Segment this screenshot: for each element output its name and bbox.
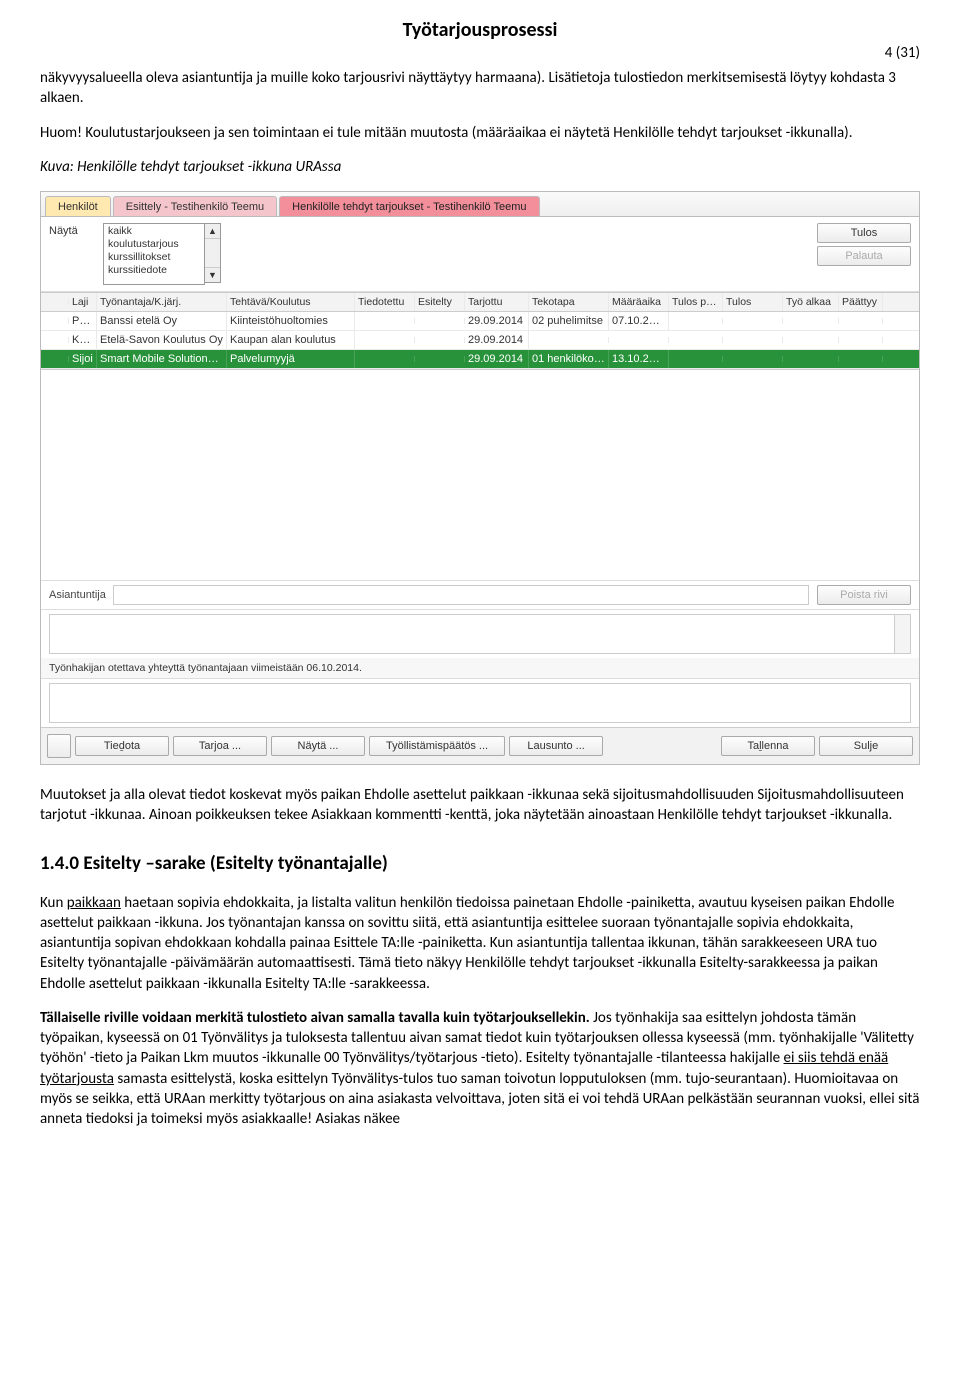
lausunto-button[interactable]: Lausunto ... [509, 736, 603, 756]
filter-option[interactable]: kaikk [104, 225, 204, 238]
link-paikkaan[interactable]: paikkaan [67, 894, 121, 912]
col-tiedotettu: Tiedotettu [355, 293, 415, 311]
col-esitelty: Esitelty [415, 293, 465, 311]
lower-textarea[interactable] [49, 683, 911, 723]
sulje-button[interactable]: Sulje [819, 736, 913, 756]
status-text: Työnhakijan otettava yhteyttä työnantaja… [41, 658, 919, 679]
table-row[interactable]: Kurs Etelä-Savon Koulutus Oy Kaupan alan… [41, 331, 919, 350]
asiantuntija-label: Asiantuntija [49, 589, 113, 601]
poista-rivi-button[interactable]: Poista rivi [817, 585, 911, 605]
col-laji: Laji [69, 293, 97, 311]
col-tulos-pvm: Tulos pvm [669, 293, 723, 311]
section-heading: 1.4.0 Esitelty –sarake (Esitelty työnant… [40, 852, 920, 875]
paragraph-intro-1: näkyvyysalueella oleva asiantuntija ja m… [40, 68, 920, 109]
tulos-button[interactable]: Tulos [817, 223, 911, 243]
offers-table: Laji Työnantaja/K.järj. Tehtävä/Koulutus… [41, 292, 919, 370]
page-title: Työtarjousprosessi [40, 18, 920, 42]
paragraph-intro-2: Huom! Koulutustarjoukseen ja sen toimint… [40, 123, 920, 143]
filter-option[interactable]: kurssitiedote [104, 264, 204, 277]
p3-lead: Kun [40, 894, 67, 912]
col-tulos: Tulos [723, 293, 783, 311]
filter-option[interactable]: kurssillitokset [104, 251, 204, 264]
table-row[interactable]: Paik Banssi etelä Oy Kiinteistöhuoltomie… [41, 312, 919, 331]
table-empty-area [41, 370, 919, 581]
paragraph-4: Tällaiselle riville voidaan merkitä tulo… [40, 1008, 920, 1130]
listbox-scrollbar[interactable]: ▲ ▼ [205, 223, 221, 283]
col-maaraaika: Määräaika [609, 293, 669, 311]
filter-label: Näytä [49, 223, 103, 237]
tab-henkilot[interactable]: Henkilöt [45, 196, 111, 216]
tab-esittely[interactable]: Esittely - Testihenkilö Teemu [113, 196, 277, 216]
filter-option[interactable]: koulutustarjous [104, 238, 204, 251]
p3-rest: haetaan sopivia ehdokkaita, ja listalta … [40, 894, 895, 993]
filter-toolbar: Näytä kaikk koulutustarjous kurssillitok… [41, 217, 919, 292]
tarjoa-button[interactable]: Tarjoa ... [173, 736, 267, 756]
tiedota-button[interactable]: Tieḏota [75, 736, 169, 756]
tyollistamispaatos-button[interactable]: Työllistämispäätös ... [369, 736, 505, 756]
nayta-button[interactable]: Näytä ... [271, 736, 365, 756]
col-org: Työnantaja/K.järj. [97, 293, 227, 311]
col-tyo-alkaa: Työ alkaa [783, 293, 839, 311]
scroll-down-icon[interactable]: ▼ [205, 267, 220, 282]
col-tarjottu: Tarjottu [465, 293, 529, 311]
table-header: Laji Työnantaja/K.järj. Tehtävä/Koulutus… [41, 293, 919, 312]
action-bar: Tieḏota Tarjoa ... Näytä ... Työllistämi… [41, 727, 919, 764]
tallenna-button[interactable]: Taḻlenna [721, 736, 815, 756]
paragraph-3: Kun paikkaan haetaan sopivia ehdokkaita,… [40, 893, 920, 994]
table-row-selected[interactable]: Sijoi Smart Mobile Solutions Finland Oy … [41, 350, 919, 369]
scroll-up-icon[interactable]: ▲ [205, 224, 220, 239]
p4-rest2: samasta esittelystä, koska esittelyn Työ… [40, 1070, 919, 1129]
asiantuntija-input[interactable] [113, 585, 809, 605]
comment-textarea[interactable] [49, 614, 911, 654]
col-tekotapa: Tekotapa [529, 293, 609, 311]
paragraph-after-img: Muutokset ja alla olevat tiedot koskevat… [40, 785, 920, 826]
textarea-scrollbar[interactable] [894, 615, 910, 653]
asiantuntija-row: Asiantuntija Poista rivi [41, 581, 919, 610]
col-task: Tehtävä/Koulutus [227, 293, 355, 311]
tab-bar: Henkilöt Esittely - Testihenkilö Teemu H… [41, 192, 919, 217]
screenshot-panel: Henkilöt Esittely - Testihenkilö Teemu H… [40, 191, 920, 765]
action-icon[interactable] [47, 734, 71, 758]
page-number: 4 (31) [40, 44, 920, 62]
tab-tarjoukset[interactable]: Henkilölle tehdyt tarjoukset - Testihenk… [279, 196, 539, 216]
filter-listbox[interactable]: kaikk koulutustarjous kurssillitokset ku… [103, 223, 205, 285]
palauta-button[interactable]: Palauta [817, 246, 911, 266]
figure-caption: Kuva: Henkilölle tehdyt tarjoukset -ikku… [40, 157, 920, 177]
col-paattyy: Päättyy [839, 293, 883, 311]
col [41, 299, 69, 305]
p4-bold: Tällaiselle riville voidaan merkitä tulo… [40, 1009, 590, 1027]
